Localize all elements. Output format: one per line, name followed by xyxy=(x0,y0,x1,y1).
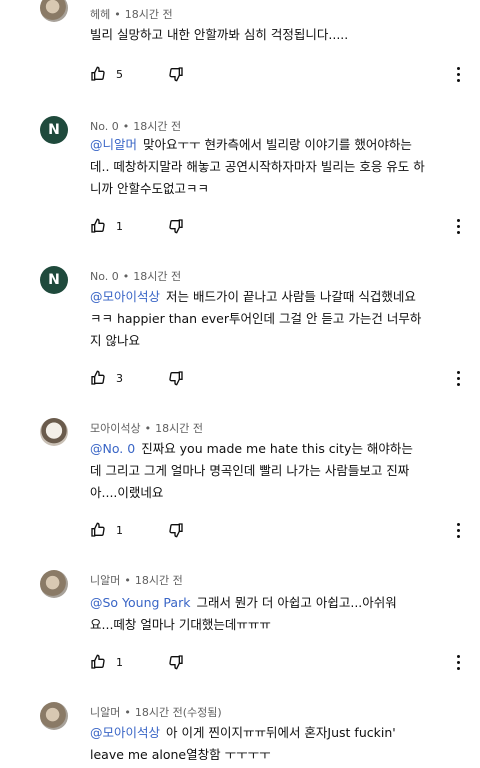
thumbs-down-icon xyxy=(168,66,184,82)
comment-line: 니까 안할수도없고ㅋㅋ xyxy=(90,181,209,196)
comment-meta: No. 0 • 18시간 전 xyxy=(90,120,182,133)
like-count: 3 xyxy=(116,371,123,385)
comment-meta: 니알머 • 18시간 전(수정됨) xyxy=(90,706,222,719)
comment-line: ㅋㅋ happier than ever투어인데 그걸 안 듣고 가는건 너무하 xyxy=(90,311,422,326)
mention-link[interactable]: @모아이석상 xyxy=(90,725,160,740)
more-button[interactable] xyxy=(450,520,466,540)
thumbs-down-icon xyxy=(168,654,184,670)
mention-link[interactable]: @So Young Park xyxy=(90,595,190,610)
comment-line: 아 이게 찐이지ㅠㅠ뒤에서 혼자Just fuckin' xyxy=(166,725,396,740)
comment-text: @모아이석상 아 이게 찐이지ㅠㅠ뒤에서 혼자Just fuckin' leave… xyxy=(90,722,470,766)
mention-link[interactable]: @니알머 xyxy=(90,137,137,152)
comment-meta: 모아이석상 • 18시간 전 xyxy=(90,422,203,435)
dislike-button[interactable] xyxy=(168,66,184,82)
comment-author[interactable]: 니알머 xyxy=(90,574,120,587)
more-vertical-icon xyxy=(456,66,460,82)
thumbs-down-icon xyxy=(168,370,184,386)
comment-text: @No. 0 진짜요 you made me hate this city는 해야… xyxy=(90,438,470,504)
comment-time: 18시간 전 xyxy=(133,270,182,283)
like-button[interactable]: 1 xyxy=(90,522,123,538)
comment-author[interactable]: No. 0 xyxy=(90,270,119,283)
comment-text: @니알머 맞아요ㅜㅜ 현카측에서 빌리랑 이야기를 했어야하는 데.. 떼창하지말… xyxy=(90,134,470,200)
comment-line: 진짜요 you made me hate this city는 해야하는 xyxy=(141,441,413,456)
thumbs-up-icon xyxy=(90,654,106,670)
comment-actions: 5 xyxy=(90,64,183,84)
dislike-button[interactable] xyxy=(168,654,184,670)
like-count: 1 xyxy=(116,219,123,233)
comment-actions: 3 xyxy=(90,368,183,388)
comment-time: 18시간 전 xyxy=(134,574,183,587)
thumbs-up-icon xyxy=(90,522,106,538)
comment-item: N No. 0 • 18시간 전 @니알머 맞아요ㅜㅜ 현카측에서 빌리랑 이야기를 … xyxy=(0,100,480,250)
more-vertical-icon xyxy=(456,218,460,234)
more-vertical-icon xyxy=(456,654,460,670)
comment-line: 지 않나요 xyxy=(90,333,140,348)
comment-actions: 1 xyxy=(90,652,183,672)
dislike-button[interactable] xyxy=(168,522,184,538)
comment-text: @모아이석상 저는 배드가이 끝나고 사람들 나갈때 식겁했네요 ㅋㅋ happi… xyxy=(90,286,470,352)
dislike-button[interactable] xyxy=(168,370,184,386)
more-button[interactable] xyxy=(450,64,466,84)
thumbs-up-icon xyxy=(90,370,106,386)
comment-author[interactable]: 모아이석상 xyxy=(90,422,141,435)
thumbs-up-icon xyxy=(90,218,106,234)
like-count: 1 xyxy=(116,523,123,537)
more-button[interactable] xyxy=(450,368,466,388)
mention-link[interactable]: @모아이석상 xyxy=(90,289,160,304)
comment-line: 빌리 실망하고 내한 안할까봐 심히 걱정됩니다..... xyxy=(90,27,349,42)
comment-line: 데.. 떼창하지말라 해놓고 공연시작하자마자 빌리는 호응 유도 하 xyxy=(90,159,425,174)
like-button[interactable]: 5 xyxy=(90,66,123,82)
avatar[interactable] xyxy=(40,570,68,598)
like-button[interactable]: 1 xyxy=(90,654,123,670)
comment-text: @So Young Park 그래서 뭔가 더 아쉽고 아쉽고...아쉬워 요..… xyxy=(90,592,470,636)
comment-item: 니알머 • 18시간 전(수정됨) @모아이석상 아 이게 찐이지ㅠㅠ뒤에서 혼자Ju… xyxy=(0,694,480,768)
avatar[interactable]: N xyxy=(40,266,68,294)
comment-meta: 헤헤 • 18시간 전 xyxy=(90,8,173,21)
comment-line: 맞아요ㅜㅜ 현카측에서 빌리랑 이야기를 했어야하는 xyxy=(143,137,412,152)
comment-author[interactable]: 헤헤 xyxy=(90,8,110,21)
like-button[interactable]: 1 xyxy=(90,218,123,234)
more-vertical-icon xyxy=(456,522,460,538)
dislike-button[interactable] xyxy=(168,218,184,234)
like-button[interactable]: 3 xyxy=(90,370,123,386)
comment-line: 그래서 뭔가 더 아쉽고 아쉽고...아쉬워 xyxy=(196,595,397,610)
avatar[interactable] xyxy=(40,418,68,446)
comment-text: 빌리 실망하고 내한 안할까봐 심히 걱정됩니다..... xyxy=(90,24,470,46)
comment-time: 18시간 전 xyxy=(133,120,182,133)
like-count: 5 xyxy=(116,67,123,81)
mention-link[interactable]: @No. 0 xyxy=(90,441,135,456)
comment-actions: 1 xyxy=(90,216,183,236)
comment-time: 18시간 전(수정됨) xyxy=(134,706,222,719)
like-count: 1 xyxy=(116,655,123,669)
comment-item: 헤헤 • 18시간 전 빌리 실망하고 내한 안할까봐 심히 걱정됩니다..... … xyxy=(0,0,480,90)
comment-meta: 니알머 • 18시간 전 xyxy=(90,574,183,587)
comment-line: 요...떼창 얼마나 기대했는데ㅠㅠㅠ xyxy=(90,617,271,632)
thumbs-down-icon xyxy=(168,218,184,234)
avatar[interactable]: N xyxy=(40,116,68,144)
comment-item: 니알머 • 18시간 전 @So Young Park 그래서 뭔가 더 아쉽고 아쉽… xyxy=(0,560,480,690)
avatar[interactable] xyxy=(40,702,68,730)
comment-time: 18시간 전 xyxy=(155,422,203,435)
avatar[interactable] xyxy=(40,0,68,22)
comment-author[interactable]: No. 0 xyxy=(90,120,119,133)
comment-actions: 1 xyxy=(90,520,183,540)
thumbs-down-icon xyxy=(168,522,184,538)
comment-line: 데 그리고 그게 얼마나 명곡인데 빨리 나가는 사람들보고 진짜 xyxy=(90,463,410,478)
more-vertical-icon xyxy=(456,370,460,386)
more-button[interactable] xyxy=(450,216,466,236)
comment-line: 저는 배드가이 끝나고 사람들 나갈때 식겁했네요 xyxy=(166,289,416,304)
comment-time: 18시간 전 xyxy=(124,8,173,21)
comment-line: leave me alone열창함 ㅜㅜㅜㅜ xyxy=(90,747,271,762)
comment-author[interactable]: 니알머 xyxy=(90,706,120,719)
comment-item: N No. 0 • 18시간 전 @모아이석상 저는 배드가이 끝나고 사람들 나갈때… xyxy=(0,256,480,406)
comment-line: 아....이랬네요 xyxy=(90,485,164,500)
comment-item: 모아이석상 • 18시간 전 @No. 0 진짜요 you made me hate … xyxy=(0,408,480,558)
comment-meta: No. 0 • 18시간 전 xyxy=(90,270,182,283)
thumbs-up-icon xyxy=(90,66,106,82)
more-button[interactable] xyxy=(450,652,466,672)
